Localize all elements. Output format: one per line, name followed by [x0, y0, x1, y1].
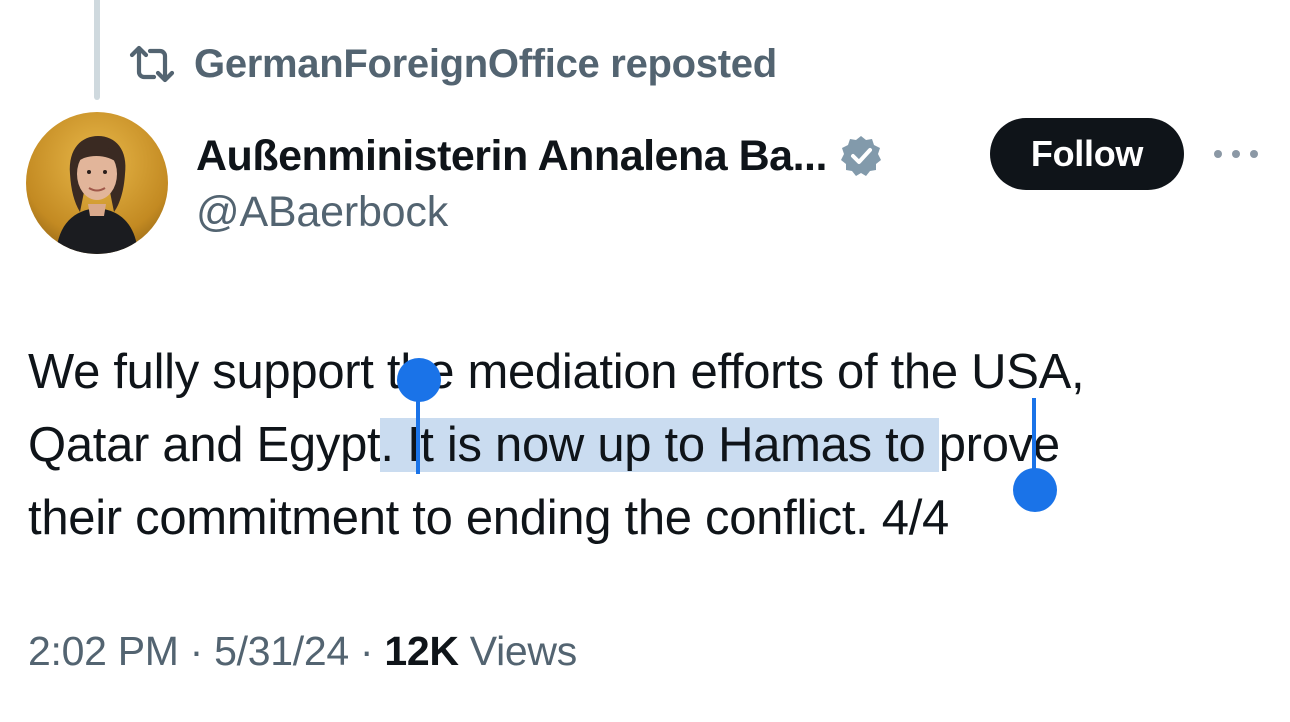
repost-context[interactable]: GermanForeignOffice reposted: [128, 38, 777, 90]
repost-label: GermanForeignOffice reposted: [194, 41, 777, 86]
tweet-text-line-2: Qatar and Egypt. It is now up to Hamas t…: [28, 409, 1268, 482]
more-options-icon[interactable]: [1208, 140, 1264, 168]
repost-icon: [128, 44, 176, 84]
author-name-row[interactable]: Außenministerin Annalena Ba...: [196, 128, 883, 184]
author-handle[interactable]: @ABaerbock: [196, 188, 448, 237]
display-name[interactable]: Außenministerin Annalena Ba...: [196, 132, 827, 181]
tweet-text[interactable]: We fully support the mediation efforts o…: [28, 336, 1268, 555]
views-count: 12K: [384, 628, 459, 674]
tweet-text-line-3: their commitment to ending the conflict.…: [28, 491, 949, 545]
views-label: Views: [458, 628, 577, 674]
verified-badge-icon: [839, 134, 883, 178]
tweet-text-line-1: We fully support the mediation efforts o…: [28, 345, 1085, 399]
selection-end-knob[interactable]: [1013, 468, 1057, 512]
meta-separator: ·: [348, 628, 385, 674]
tweet-meta: 2:02 PM · 5/31/24 · 12K Views: [28, 628, 577, 675]
tweet-time[interactable]: 2:02 PM: [28, 628, 179, 674]
tweet-date[interactable]: 5/31/24: [214, 628, 349, 674]
follow-button[interactable]: Follow: [990, 118, 1184, 190]
thread-connector-line: [94, 0, 100, 100]
avatar[interactable]: [26, 112, 168, 254]
selected-text[interactable]: . It is now up to Hamas to: [380, 418, 939, 472]
meta-separator: ·: [178, 628, 215, 674]
tweet-text-segment: prove: [938, 418, 1060, 472]
selection-start-knob[interactable]: [397, 358, 441, 402]
tweet-text-segment: Qatar and Egypt: [28, 418, 381, 472]
